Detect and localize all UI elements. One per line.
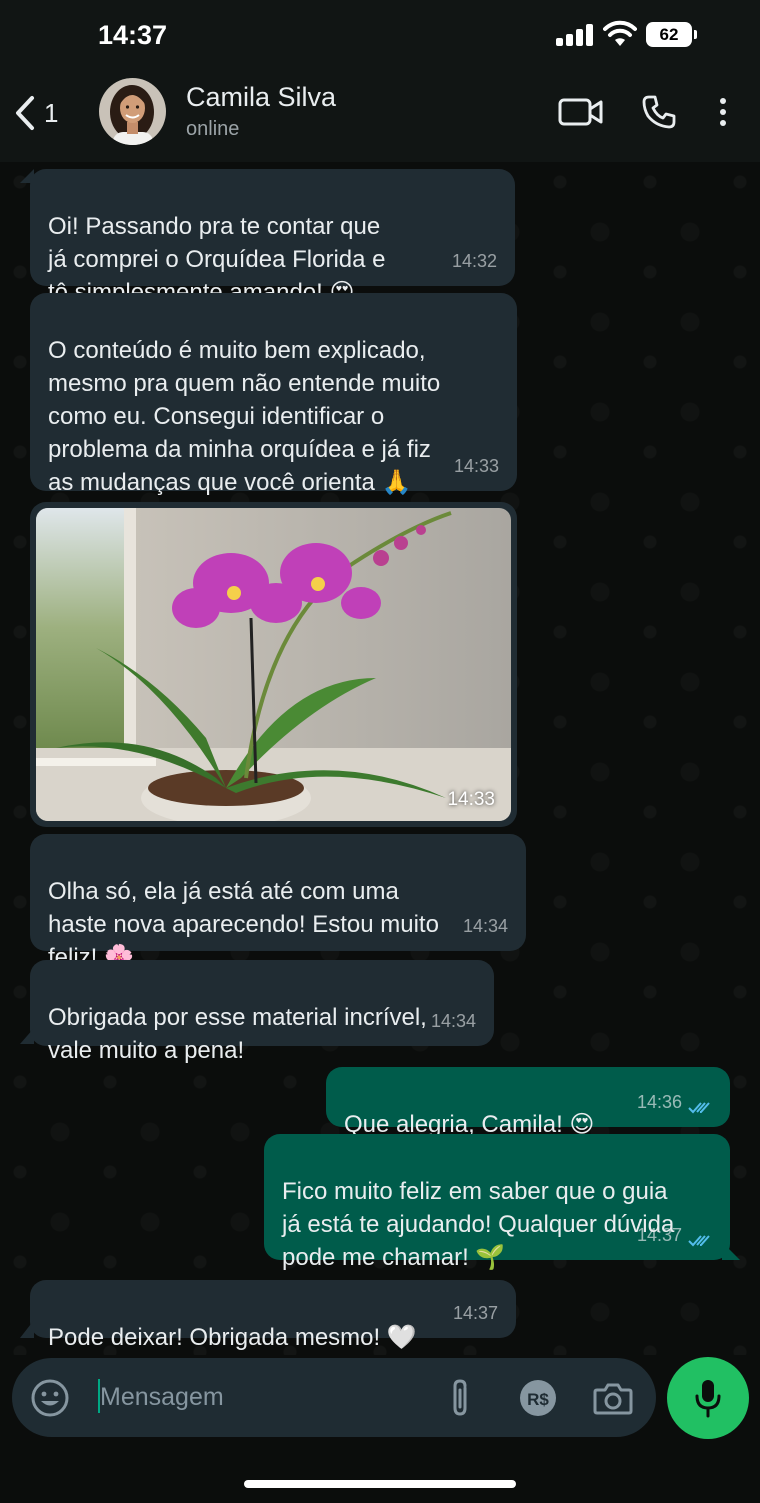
- message-time: 14:32: [451, 251, 497, 271]
- message-time: 14:33: [453, 456, 499, 476]
- camera-button[interactable]: [592, 1376, 634, 1420]
- currency-real-icon: R$: [520, 1380, 556, 1416]
- kebab-menu-icon: [720, 98, 726, 126]
- cellular-signal-icon: [556, 24, 594, 46]
- message-text: O conteúdo é muito bem explicado, mesmo …: [48, 337, 441, 496]
- image-message[interactable]: 14:33: [30, 502, 517, 827]
- unread-count: 1: [44, 97, 59, 128]
- chevron-left-icon: [16, 96, 34, 130]
- message-composer[interactable]: R$: [12, 1358, 656, 1437]
- voice-message-button[interactable]: [667, 1357, 749, 1439]
- chat-header: 1 Camila Silva online: [0, 70, 760, 162]
- wifi-icon: [603, 20, 637, 46]
- status-time: 14:37: [98, 20, 168, 50]
- orchid-photo[interactable]: 14:33: [36, 508, 511, 821]
- message-bubble[interactable]: Oi! Passando pra te contar que já compre…: [30, 169, 515, 306]
- phone-icon: [642, 95, 676, 129]
- back-button[interactable]: 1: [14, 90, 78, 136]
- contact-status: online: [186, 118, 240, 140]
- bubble-tail: [722, 1242, 740, 1260]
- contact-name[interactable]: Camila Silva: [186, 82, 336, 113]
- message-time: 14:37: [452, 1303, 498, 1323]
- more-options-button[interactable]: [712, 92, 734, 132]
- message-bubble[interactable]: O conteúdo é muito bem explicado, mesmo …: [30, 293, 517, 496]
- attach-button[interactable]: [446, 1376, 476, 1420]
- bubble-tail: [20, 169, 34, 183]
- message-time: 14:36: [636, 1092, 682, 1112]
- emoji-icon[interactable]: [30, 1378, 70, 1418]
- svg-text:R$: R$: [527, 1390, 549, 1409]
- composer-bar: R$: [0, 1355, 760, 1503]
- status-bar: 14:37 62: [0, 0, 760, 70]
- paperclip-icon: [453, 1379, 467, 1416]
- message-text: Fico muito feliz em saber que o guia já …: [282, 1178, 675, 1271]
- bubble-tail: [20, 1320, 34, 1338]
- message-time: 14:34: [462, 916, 508, 936]
- home-indicator[interactable]: [244, 1480, 516, 1488]
- message-input[interactable]: [100, 1374, 430, 1420]
- message-time: 14:33: [447, 789, 495, 810]
- message-text: Olha só, ela já está até com uma haste n…: [48, 878, 439, 971]
- message-time: 14:34: [430, 1011, 476, 1031]
- payment-button[interactable]: R$: [518, 1376, 558, 1420]
- read-receipt-icon: [688, 1235, 710, 1247]
- voice-call-button[interactable]: [638, 92, 680, 132]
- message-bubble[interactable]: Olha só, ela já está até com uma haste n…: [30, 834, 526, 971]
- message-time: 14:37: [636, 1225, 682, 1245]
- message-text: Pode deixar! Obrigada mesmo! 🤍: [48, 1324, 417, 1351]
- message-text: Obrigada por esse material incrível, val…: [48, 1004, 427, 1064]
- message-bubble[interactable]: Fico muito feliz em saber que o guia já …: [264, 1134, 730, 1271]
- avatar[interactable]: [99, 78, 166, 145]
- message-bubble[interactable]: Pode deixar! Obrigada mesmo! 🤍 14:37: [30, 1280, 516, 1351]
- read-receipt-icon: [688, 1102, 710, 1114]
- message-bubble[interactable]: Obrigada por esse material incrível, val…: [30, 960, 494, 1064]
- message-bubble[interactable]: Que alegria, Camila! 😍 14:36: [326, 1067, 730, 1138]
- battery-icon: 62: [646, 22, 697, 47]
- chat-area[interactable]: Oi! Passando pra te contar que já compre…: [0, 162, 760, 1355]
- video-camera-icon: [558, 98, 603, 126]
- microphone-icon: [695, 1380, 721, 1418]
- video-call-button[interactable]: [557, 92, 605, 132]
- bubble-tail: [20, 1028, 34, 1044]
- camera-icon: [593, 1383, 633, 1415]
